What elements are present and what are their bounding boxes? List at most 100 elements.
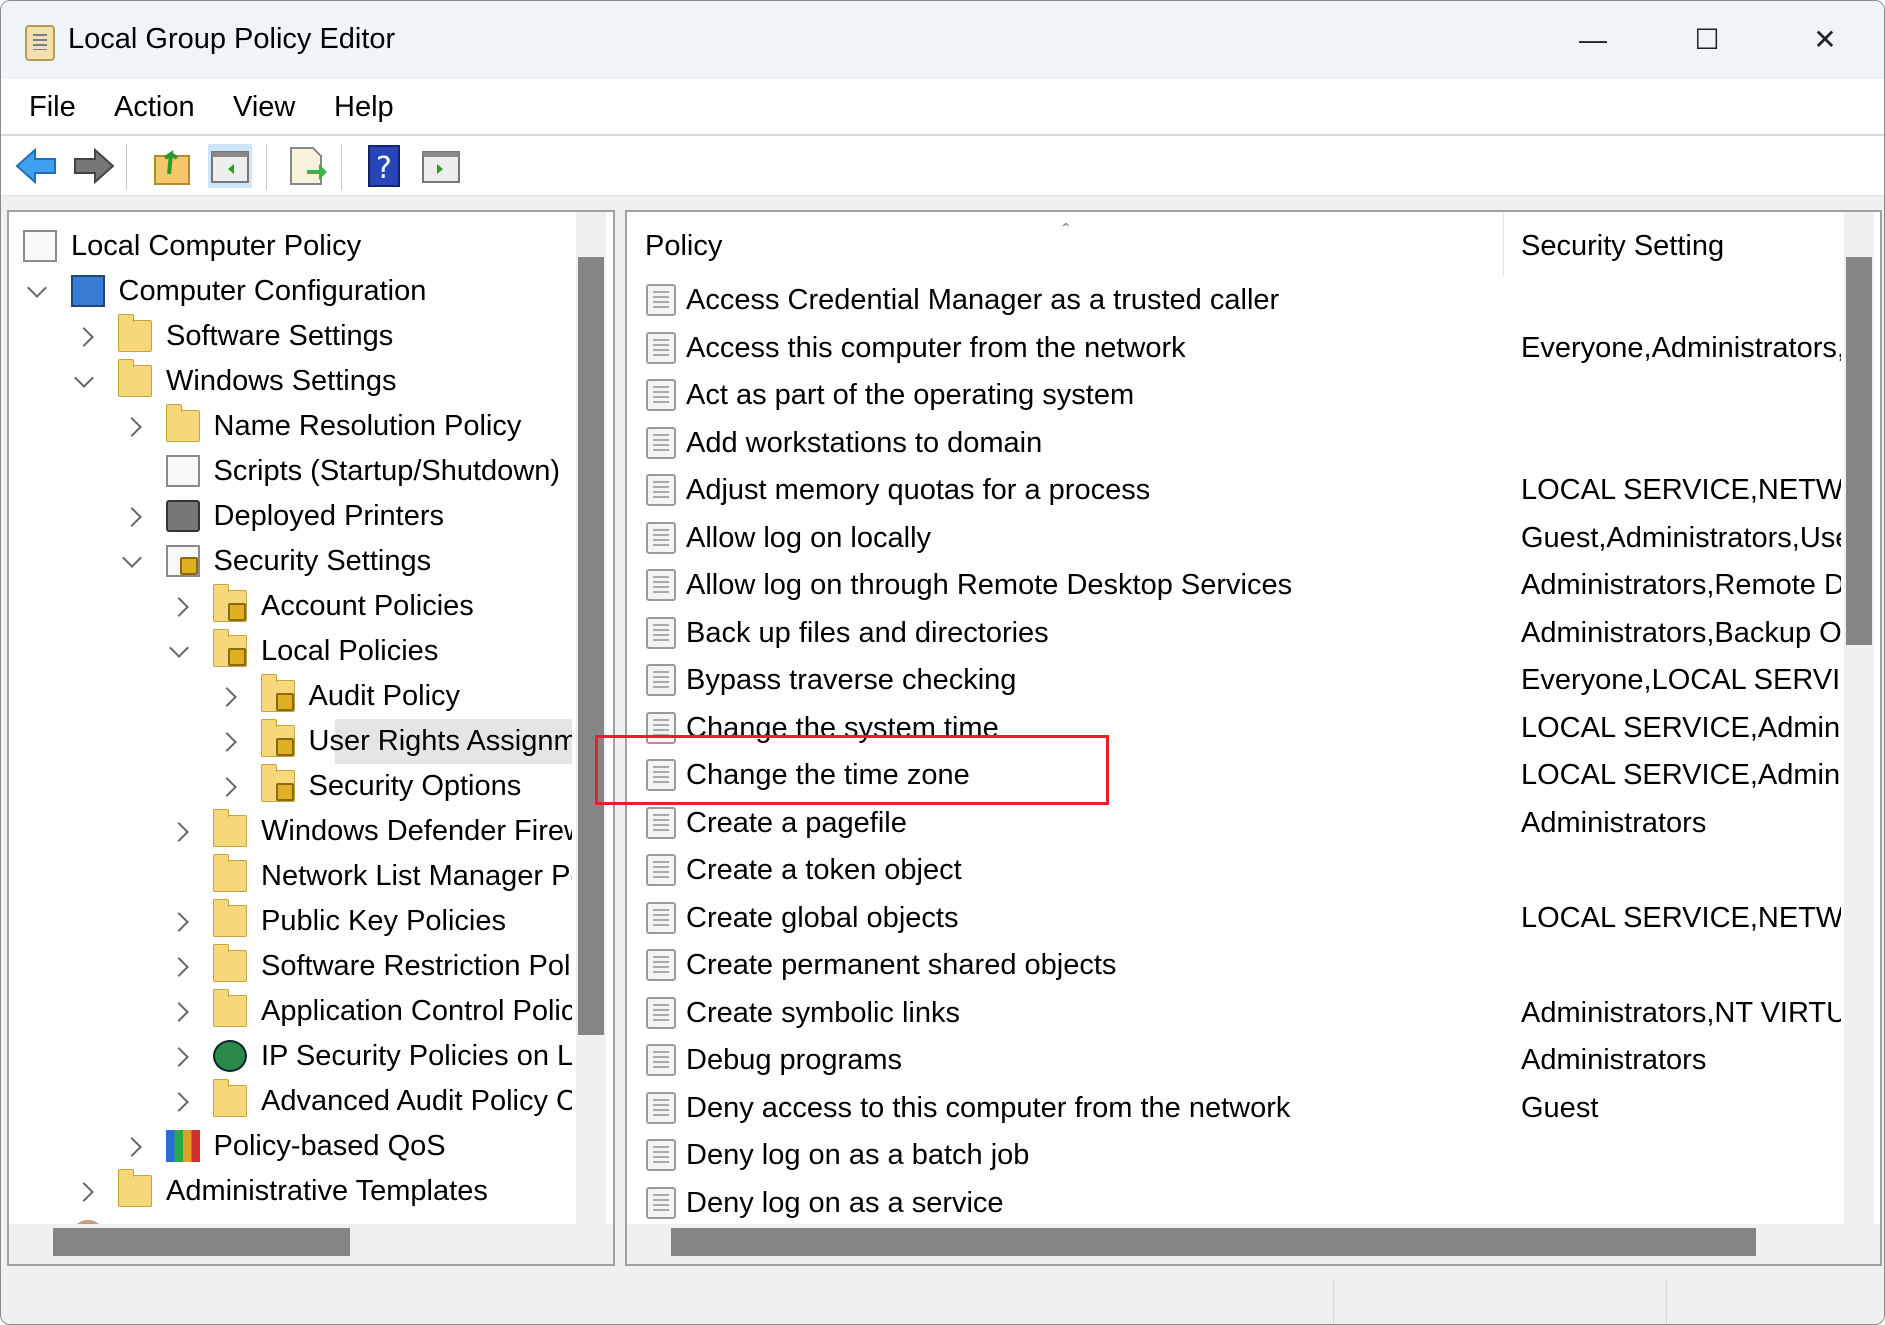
chevron-right-icon[interactable] [169, 912, 189, 932]
export-list-icon[interactable] [285, 144, 329, 188]
tree-item-administrative-templates[interactable]: Administrative Templates [9, 1169, 572, 1214]
chevron-right-icon[interactable] [216, 732, 237, 752]
policy-row[interactable]: Create symbolic links Administrators,NT V… [627, 990, 1841, 1037]
column-header-policy[interactable]: Policy [645, 230, 722, 263]
tree-item-network-list-manager-policies[interactable]: Network List Manager Policies [9, 854, 572, 899]
policy-setting-icon [646, 474, 676, 506]
chevron-right-icon[interactable] [74, 327, 94, 347]
tree-item-windows-defender-firewall-with-advanced-security[interactable]: Windows Defender Firewall with Advanced … [9, 809, 572, 854]
policy-row[interactable]: Back up files and directories Administrat… [627, 610, 1841, 657]
tree-item-scripts-startup-shutdown[interactable]: Scripts (Startup/Shutdown) [9, 449, 572, 494]
chevron-right-icon[interactable] [121, 507, 142, 527]
list-vertical-scrollbar[interactable] [1844, 212, 1874, 1224]
forward-icon[interactable] [71, 144, 115, 188]
policy-row[interactable]: Act as part of the operating system [627, 372, 1841, 419]
menu-file[interactable]: File [29, 91, 76, 124]
show-hide-console-tree-icon[interactable] [208, 144, 252, 188]
chevron-right-icon[interactable] [169, 1092, 189, 1112]
policy-row[interactable]: Deny access to this computer from the ne… [627, 1085, 1841, 1132]
close-button[interactable]: ✕ [1795, 17, 1855, 63]
tree-item-computer-configuration[interactable]: Computer Configuration [9, 269, 572, 314]
chevron-right-icon[interactable] [169, 1047, 189, 1067]
policy-name: Debug programs [686, 1044, 902, 1076]
tree-item-windows-settings[interactable]: Windows Settings [9, 359, 572, 404]
policy-row[interactable]: Allow log on locally Guest,Administrators… [627, 515, 1841, 562]
tree-item-software-settings[interactable]: Software Settings [9, 314, 572, 359]
policy-row[interactable]: Access Credential Manager as a trusted c… [627, 277, 1841, 324]
policy-row[interactable]: Adjust memory quotas for a process LOCAL … [627, 467, 1841, 514]
back-icon[interactable] [15, 144, 59, 188]
tree-horizontal-scrollbar[interactable] [9, 1224, 613, 1264]
chevron-right-icon[interactable] [169, 597, 189, 617]
policy-row[interactable]: Bypass traverse checking Everyone,LOCAL S… [627, 657, 1841, 704]
locked-folder-icon [260, 764, 295, 802]
tree-item-label: Local Computer Policy [71, 230, 362, 262]
up-one-level-icon[interactable] [151, 144, 195, 188]
maximize-button[interactable]: ☐ [1677, 17, 1737, 63]
tree-item-label: Windows Defender Firewall with Advanced … [261, 815, 572, 847]
menu-action[interactable]: Action [114, 91, 195, 124]
policy-setting-icon [646, 379, 676, 411]
minimize-button[interactable]: — [1563, 17, 1623, 63]
chevron-right-icon[interactable] [121, 417, 142, 437]
tree-item-account-policies[interactable]: Account Policies [9, 584, 572, 629]
tree-item-security-settings[interactable]: Security Settings [9, 539, 572, 584]
tree-item-label: Administrative Templates [166, 1175, 488, 1207]
scroll-thumb[interactable] [1846, 257, 1872, 645]
chevron-right-icon[interactable] [169, 957, 189, 977]
chevron-right-icon[interactable] [216, 777, 237, 797]
chevron-right-icon[interactable] [74, 1182, 94, 1202]
tree-item-software-restriction-policies[interactable]: Software Restriction Policies [9, 944, 572, 989]
policy-setting-icon [646, 901, 676, 934]
policy-row[interactable]: Add workstations to domain [627, 420, 1841, 467]
tree-item-policy-based-qos[interactable]: Policy-based QoS [9, 1124, 572, 1169]
tree-item-audit-policy[interactable]: Audit Policy [9, 674, 572, 719]
security-setting-value: Everyone,Administrators,... [1521, 331, 1841, 364]
tree-item-local-policies[interactable]: Local Policies [9, 629, 572, 674]
policy-row[interactable]: Create a pagefile Administrators [627, 800, 1841, 847]
column-divider[interactable] [1503, 212, 1504, 276]
chevron-right-icon[interactable] [121, 1137, 142, 1157]
tree-item-deployed-printers[interactable]: Deployed Printers [9, 494, 572, 539]
policy-row[interactable]: Create permanent shared objects [627, 942, 1841, 989]
policy-name: Create global objects [686, 901, 959, 934]
policy-name: Add workstations to domain [686, 426, 1043, 459]
policy-row[interactable]: Debug programs Administrators [627, 1037, 1841, 1084]
menu-view[interactable]: View [233, 91, 295, 124]
policy-row[interactable]: Create a token object [627, 847, 1841, 894]
tree-item-advanced-audit-policy-configuration[interactable]: Advanced Audit Policy Configuration [9, 1079, 572, 1124]
tree-item-user-configuration[interactable]: User Configuration [9, 1214, 572, 1224]
tree-item-name-resolution-policy[interactable]: Name Resolution Policy [9, 404, 572, 449]
show-hide-action-pane-icon[interactable] [419, 144, 463, 188]
tree-item-ip-security-policies-on-local-computer[interactable]: IP Security Policies on Local Computer [9, 1034, 572, 1079]
policy-name: Deny access to this computer from the ne… [686, 1091, 1291, 1124]
help-icon[interactable]: ? [363, 144, 407, 188]
scroll-thumb[interactable] [578, 257, 604, 1035]
policy-row[interactable]: Create global objects LOCAL SERVICE,NETWO… [627, 895, 1841, 942]
tree-item-public-key-policies[interactable]: Public Key Policies [9, 899, 572, 944]
policy-row[interactable]: Deny log on as a service [627, 1180, 1841, 1225]
scroll-thumb[interactable] [671, 1228, 1756, 1256]
policy-row[interactable]: Access this computer from the network Eve… [627, 325, 1841, 372]
policy-row[interactable]: Allow log on through Remote Desktop Serv… [627, 562, 1841, 609]
chevron-down-icon[interactable] [26, 278, 47, 298]
tree-item-user-rights-assignment[interactable]: User Rights Assignment [216, 719, 572, 764]
policy-setting-icon [646, 949, 676, 981]
tree-item-application-control-policies[interactable]: Application Control Policies [9, 989, 572, 1034]
chevron-down-icon[interactable] [74, 368, 94, 388]
chevron-right-icon[interactable] [216, 687, 237, 707]
chevron-down-icon[interactable] [169, 638, 189, 658]
tree-item-security-options[interactable]: Security Options [9, 764, 572, 809]
chevron-right-icon[interactable] [169, 1002, 189, 1022]
folder-icon [213, 1079, 247, 1117]
scroll-thumb[interactable] [53, 1228, 350, 1256]
tree-item-local-computer-policy[interactable]: Local Computer Policy [9, 224, 572, 269]
security-setting-value: LOCAL SERVICE,NETWORK SERVICE [1521, 474, 1841, 506]
chevron-right-icon[interactable] [169, 822, 189, 842]
tree-vertical-scrollbar[interactable] [576, 212, 606, 1224]
column-header-security-setting[interactable]: Security Setting [1521, 230, 1724, 263]
list-horizontal-scrollbar[interactable] [627, 1224, 1880, 1264]
policy-row[interactable]: Deny log on as a batch job [627, 1132, 1841, 1179]
chevron-down-icon[interactable] [121, 548, 142, 568]
menu-help[interactable]: Help [334, 91, 394, 124]
